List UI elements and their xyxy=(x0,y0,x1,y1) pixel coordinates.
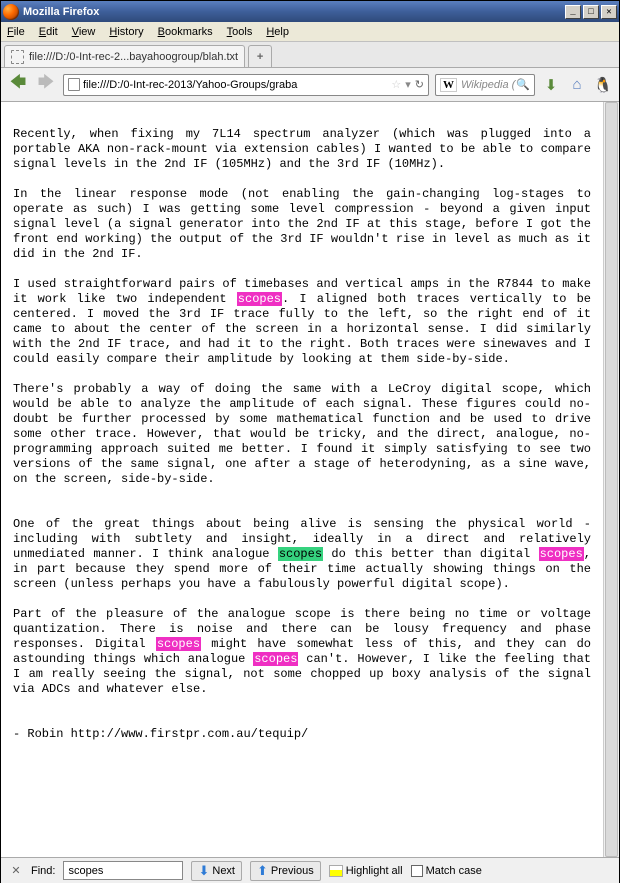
highlight-scopes-5: scopes xyxy=(253,652,298,666)
new-tab-button[interactable]: + xyxy=(248,45,272,67)
search-box[interactable]: W Wikipedia ( 🔍 xyxy=(435,74,535,96)
menu-help[interactable]: Help xyxy=(266,26,289,38)
bookmark-star-icon[interactable]: ☆ xyxy=(391,78,401,91)
find-input[interactable] xyxy=(63,861,183,880)
search-placeholder: Wikipedia ( xyxy=(461,79,516,91)
address-bar[interactable]: file:///D:/0-Int-rec-2013/Yahoo-Groups/g… xyxy=(63,74,429,96)
find-previous-button[interactable]: ⬆Previous xyxy=(250,861,321,881)
content-area: Recently, when fixing my 7L14 spectrum a… xyxy=(1,102,619,857)
minimize-button[interactable]: _ xyxy=(565,5,581,19)
highlight-scopes-4: scopes xyxy=(156,637,201,651)
menu-bookmarks[interactable]: Bookmarks xyxy=(158,26,213,38)
para-5b: do this better than digital xyxy=(323,547,539,561)
close-button[interactable]: ✕ xyxy=(601,5,617,19)
document-body: Recently, when fixing my 7L14 spectrum a… xyxy=(1,102,605,855)
para-2: In the linear response mode (not enablin… xyxy=(13,187,598,261)
search-engine-icon[interactable]: W xyxy=(440,78,457,92)
addon-button[interactable]: 🐧 xyxy=(593,75,613,95)
downloads-button[interactable]: ⬇ xyxy=(541,75,561,95)
browser-tab[interactable]: file:///D:/0-Int-rec-2...bayahoogroup/bl… xyxy=(4,45,245,67)
search-go-icon[interactable]: 🔍 xyxy=(516,78,530,91)
firefox-icon xyxy=(3,4,19,20)
highlight-icon xyxy=(329,865,343,877)
find-label: Find: xyxy=(31,865,55,877)
match-case-toggle[interactable]: Match case xyxy=(411,865,482,877)
window-title: Mozilla Firefox xyxy=(23,6,563,18)
window-titlebar: Mozilla Firefox _ □ ✕ xyxy=(1,1,619,22)
signature: - Robin http://www.firstpr.com.au/tequip… xyxy=(13,727,308,741)
url-dropdown-icon[interactable]: ▾ xyxy=(405,78,411,91)
home-button[interactable]: ⌂ xyxy=(567,75,587,95)
tab-label: file:///D:/0-Int-rec-2...bayahoogroup/bl… xyxy=(29,51,238,63)
para-4: There's probably a way of doing the same… xyxy=(13,382,598,486)
site-identity-icon xyxy=(68,78,80,91)
highlight-scopes-1: scopes xyxy=(237,292,282,306)
highlight-scopes-current: scopes xyxy=(278,547,323,561)
menu-tools[interactable]: Tools xyxy=(227,26,253,38)
tab-bar: file:///D:/0-Int-rec-2...bayahoogroup/bl… xyxy=(1,42,619,68)
highlight-scopes-3: scopes xyxy=(539,547,584,561)
find-next-button[interactable]: ⬇Next xyxy=(191,861,242,881)
document-icon xyxy=(11,50,24,64)
scrollbar-thumb[interactable] xyxy=(605,102,618,857)
menu-edit[interactable]: Edit xyxy=(39,26,58,38)
forward-button[interactable]: 🡆 xyxy=(35,74,57,96)
reload-icon[interactable]: ↻ xyxy=(415,78,424,91)
menu-view[interactable]: View xyxy=(72,26,96,38)
vertical-scrollbar[interactable] xyxy=(603,102,619,857)
highlight-all-toggle[interactable]: Highlight all xyxy=(329,865,403,877)
url-text: file:///D:/0-Int-rec-2013/Yahoo-Groups/g… xyxy=(83,79,387,91)
menu-file[interactable]: File xyxy=(7,26,25,38)
para-1: Recently, when fixing my 7L14 spectrum a… xyxy=(13,127,598,171)
menu-bar: File Edit View History Bookmarks Tools H… xyxy=(1,22,619,42)
navigation-toolbar: 🡄 🡆 file:///D:/0-Int-rec-2013/Yahoo-Grou… xyxy=(1,68,619,102)
back-button[interactable]: 🡄 xyxy=(7,74,29,96)
find-close-button[interactable]: ✕ xyxy=(9,864,23,878)
checkbox-icon xyxy=(411,865,423,877)
maximize-button[interactable]: □ xyxy=(583,5,599,19)
menu-history[interactable]: History xyxy=(109,26,143,38)
find-bar: ✕ Find: ⬇Next ⬆Previous Highlight all Ma… xyxy=(1,857,619,883)
